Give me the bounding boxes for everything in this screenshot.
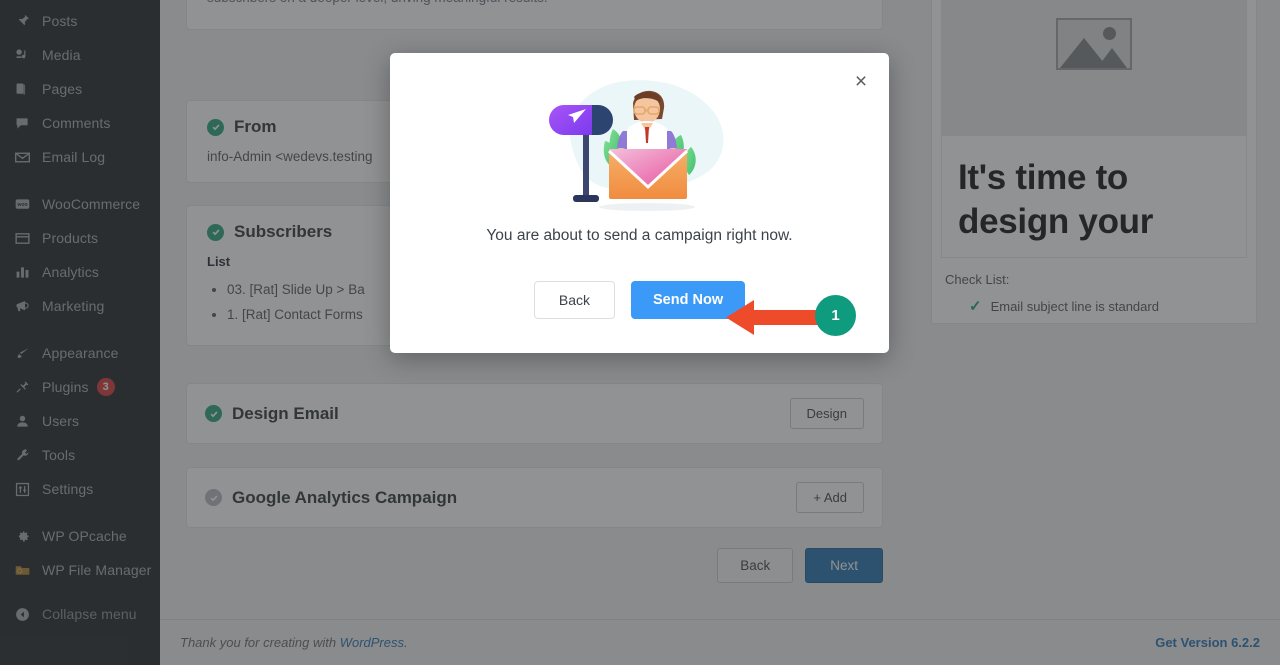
modal-actions: Back Send Now [390, 281, 889, 319]
close-icon[interactable]: × [847, 67, 875, 95]
mailbox-illustration-svg [548, 80, 723, 211]
screen-root: Posts Media Pages Comments Email Log [0, 0, 1280, 665]
send-campaign-modal: × You are about to send a campaign right… [390, 53, 889, 353]
send-campaign-illustration [390, 53, 889, 223]
send-now-button[interactable]: Send Now [631, 281, 746, 319]
modal-back-button[interactable]: Back [533, 281, 616, 319]
modal-message: You are about to send a campaign right n… [486, 227, 793, 244]
